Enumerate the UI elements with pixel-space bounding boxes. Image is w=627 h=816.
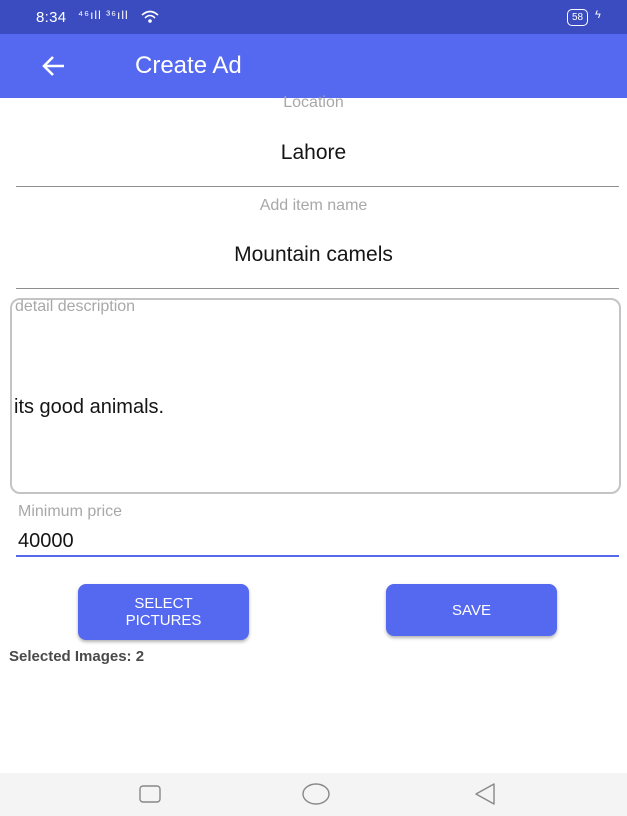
item-name-label: Add item name — [259, 197, 368, 214]
description-textarea[interactable]: detail description its good animals. — [10, 298, 621, 494]
back-button[interactable] — [38, 50, 74, 82]
description-text: its good animals. — [14, 396, 165, 418]
system-nav-bar — [0, 773, 627, 816]
app-bar: Create Ad — [0, 34, 627, 98]
triangle-back-icon — [475, 783, 495, 805]
price-underline — [16, 555, 619, 557]
bolt-icon: ϟ — [595, 9, 601, 21]
item-name-input[interactable]: Mountain camels — [0, 243, 627, 267]
location-input[interactable]: Lahore — [0, 141, 627, 165]
price-label: Minimum price — [18, 503, 123, 520]
select-pictures-button[interactable]: SELECT PICTURES — [78, 584, 249, 640]
save-button[interactable]: SAVE — [386, 584, 557, 636]
page-title: Create Ad — [135, 52, 242, 79]
description-label: detail description — [15, 298, 136, 315]
price-input[interactable]: 40000 — [18, 530, 74, 553]
location-label: Location — [283, 94, 344, 111]
arrow-left-icon — [42, 56, 64, 76]
select-pictures-label: SELECT PICTURES — [125, 595, 202, 629]
signal-icon: ⁴⁶ıll ³⁶ıll — [78, 8, 129, 22]
location-underline — [16, 186, 619, 187]
selected-images-count: Selected Images: 2 — [9, 648, 145, 665]
status-time: 8:34 — [36, 9, 67, 26]
save-label: SAVE — [452, 601, 491, 619]
home-button[interactable] — [301, 782, 330, 806]
wifi-icon — [141, 10, 159, 23]
battery-indicator: 58 — [567, 9, 589, 26]
square-icon — [139, 785, 161, 803]
nav-back-button[interactable] — [472, 782, 498, 806]
item-name-underline — [16, 288, 619, 289]
status-bar: 8:34 ⁴⁶ıll ³⁶ıll 58 ϟ — [0, 0, 627, 34]
circle-icon — [302, 783, 330, 805]
recents-button[interactable] — [138, 782, 164, 806]
